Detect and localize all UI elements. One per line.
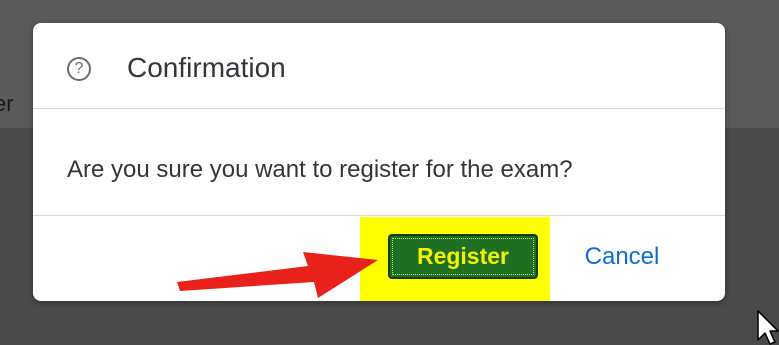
cancel-button[interactable]: Cancel [567, 236, 677, 278]
confirmation-dialog: ? Confirmation Are you sure you want to … [33, 23, 725, 301]
dialog-message: Are you sure you want to register for th… [67, 156, 573, 183]
dialog-footer: Register Cancel [33, 215, 725, 301]
background-text-fragment: er [0, 92, 20, 116]
screen: er ? Confirmation Are you sure you want … [0, 0, 779, 345]
help-circle-icon: ? [67, 57, 91, 81]
dialog-title: Confirmation [127, 52, 286, 83]
dialog-header: ? Confirmation [33, 23, 725, 109]
background-text: er [0, 92, 14, 116]
register-button[interactable]: Register [388, 234, 538, 279]
dialog-body: Are you sure you want to register for th… [33, 109, 725, 215]
mouse-pointer-icon [757, 310, 779, 345]
